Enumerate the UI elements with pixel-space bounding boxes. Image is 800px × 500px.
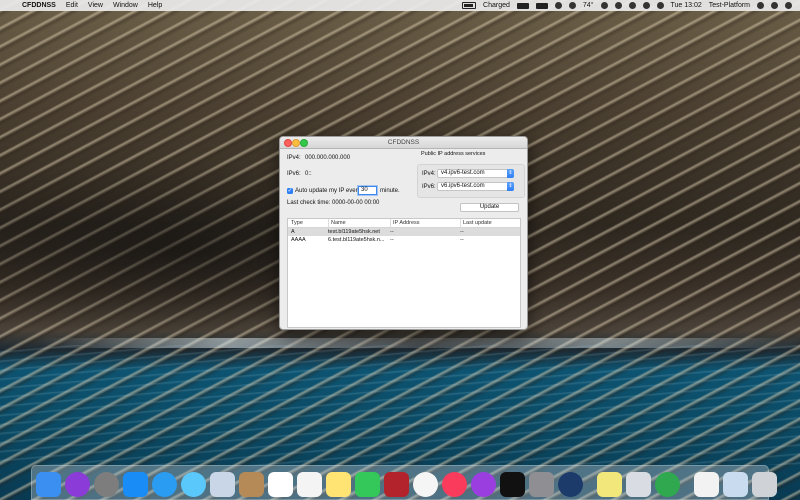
- podcasts-icon[interactable]: [471, 471, 496, 497]
- speedometer-icon[interactable]: [558, 471, 583, 497]
- ipv6-service-label: IPv6:: [422, 184, 436, 190]
- volume-icon[interactable]: [628, 2, 636, 9]
- cfddnss-window: CFDDNSS IPv4: 000.000.000.000 IPv6: 0:: …: [279, 136, 528, 330]
- siri-icon[interactable]: [65, 471, 90, 497]
- safari-icon[interactable]: [152, 471, 177, 497]
- notes-icon[interactable]: [326, 471, 351, 497]
- ipv4-service-value: v4.ipv6-test.com: [441, 170, 485, 176]
- clock[interactable]: Tue 13:02: [671, 2, 702, 9]
- menu-app-name[interactable]: CFDDNSS: [22, 2, 56, 9]
- menu-edit[interactable]: Edit: [66, 2, 78, 9]
- update-button[interactable]: Update: [460, 203, 519, 212]
- cell-name: 6.test.bl119ate5hsk.n...: [328, 237, 385, 243]
- finder-icon[interactable]: [36, 471, 61, 497]
- status-area: Charged 74° Tue 13:02 Test-Platform: [462, 2, 800, 9]
- document-icon[interactable]: [694, 471, 719, 497]
- ipv4-value: 000.000.000.000: [305, 155, 351, 161]
- table-row[interactable]: AAAA 6.test.bl119ate5hsk.n... -- --: [288, 236, 520, 244]
- window-content: IPv4: 000.000.000.000 IPv6: 0:: ✓ Auto u…: [280, 148, 527, 329]
- table-header: Type Name IP Address Last update: [288, 219, 520, 228]
- menu-extra-icon[interactable]: [554, 2, 562, 9]
- system-preferences-icon[interactable]: [529, 471, 554, 497]
- battery-icon[interactable]: [462, 2, 477, 9]
- window-title: CFDDNSS: [387, 139, 420, 146]
- last-check-label: Last check time:: [287, 200, 331, 206]
- dock: [31, 465, 777, 500]
- app-store-icon[interactable]: [123, 471, 148, 497]
- column-header-last-update[interactable]: Last update: [460, 219, 523, 227]
- notification-center-icon[interactable]: [785, 2, 792, 9]
- photos-icon[interactable]: [413, 471, 438, 497]
- folder-stack-icon[interactable]: [723, 471, 748, 497]
- menu-extra-icon[interactable]: [568, 2, 576, 9]
- battery-status: Charged: [483, 2, 510, 9]
- bluetooth-icon[interactable]: [642, 2, 650, 9]
- records-table[interactable]: Type Name IP Address Last update A test.…: [287, 218, 521, 328]
- cell-type: A: [291, 229, 295, 235]
- cell-ip: --: [390, 237, 394, 243]
- menu-view[interactable]: View: [88, 2, 103, 9]
- user-name[interactable]: Test-Platform: [709, 2, 750, 9]
- ipv4-service-select[interactable]: v4.ipv6-test.com ⇕: [437, 169, 514, 178]
- menu-bar: CFDDNSS Edit View Window Help Charged 74…: [0, 0, 800, 11]
- tv-icon[interactable]: [500, 471, 525, 497]
- calendar-icon[interactable]: [268, 471, 293, 497]
- minute-label: minute.: [380, 188, 400, 194]
- messages-icon[interactable]: [181, 471, 206, 497]
- wifi-icon[interactable]: [614, 2, 622, 9]
- auto-update-checkbox[interactable]: ✓: [287, 188, 293, 194]
- ipv6-service-select[interactable]: v6.ipv6-test.com ⇕: [437, 182, 514, 191]
- stickies-icon[interactable]: [597, 471, 622, 497]
- facetime-icon[interactable]: [355, 471, 380, 497]
- table-row[interactable]: A test.bl119ate5hsk.net -- --: [288, 228, 520, 236]
- column-header-ip[interactable]: IP Address: [390, 219, 461, 227]
- menu-extra-icon[interactable]: [600, 2, 608, 9]
- ipv6-value: 0::: [305, 171, 312, 177]
- music-icon[interactable]: [442, 471, 467, 497]
- photo-viewer-icon[interactable]: [210, 471, 235, 497]
- cell-ip: --: [390, 229, 394, 235]
- update-interval-input[interactable]: 30: [358, 186, 377, 195]
- ipv4-service-label: IPv4:: [422, 171, 436, 177]
- column-header-type[interactable]: Type: [291, 219, 327, 227]
- cell-name: test.bl119ate5hsk.net: [328, 229, 380, 235]
- cell-last-update: --: [460, 229, 464, 235]
- photo-booth-icon[interactable]: [384, 471, 409, 497]
- menu-extra-icon[interactable]: [535, 2, 548, 9]
- preview-icon[interactable]: [626, 471, 651, 497]
- temperature-readout[interactable]: 74°: [583, 2, 594, 9]
- flag-icon[interactable]: [656, 2, 664, 9]
- apple-menu-icon[interactable]: [8, 2, 16, 10]
- wallpaper-sea: [0, 345, 800, 465]
- network-globe-icon[interactable]: [655, 471, 680, 497]
- ipv4-label: IPv4:: [287, 155, 301, 161]
- chevron-updown-icon: ⇕: [507, 182, 514, 191]
- cell-type: AAAA: [291, 237, 306, 243]
- spotlight-icon[interactable]: [757, 2, 764, 9]
- menu-help[interactable]: Help: [148, 2, 162, 9]
- services-group: IPv4: v4.ipv6-test.com ⇕ IPv6: v6.ipv6-t…: [417, 164, 525, 198]
- chevron-updown-icon: ⇕: [507, 169, 514, 178]
- menu-window[interactable]: Window: [113, 2, 138, 9]
- ipv6-label: IPv6:: [287, 171, 301, 177]
- reminders-icon[interactable]: [297, 471, 322, 497]
- menu-extra-icon[interactable]: [516, 2, 529, 9]
- ipv6-service-value: v6.ipv6-test.com: [441, 183, 485, 189]
- trash-icon[interactable]: [752, 471, 777, 497]
- siri-menu-icon[interactable]: [771, 2, 778, 9]
- launchpad-icon[interactable]: [94, 471, 119, 497]
- last-check-value: 0000-00-00 00:00: [332, 200, 380, 206]
- dock-icons: [36, 470, 777, 498]
- cell-last-update: --: [460, 237, 464, 243]
- services-group-title: Public IP address services: [421, 151, 486, 157]
- auto-update-label: Auto update my IP every: [295, 188, 361, 194]
- column-header-name[interactable]: Name: [328, 219, 391, 227]
- contacts-icon[interactable]: [239, 471, 264, 497]
